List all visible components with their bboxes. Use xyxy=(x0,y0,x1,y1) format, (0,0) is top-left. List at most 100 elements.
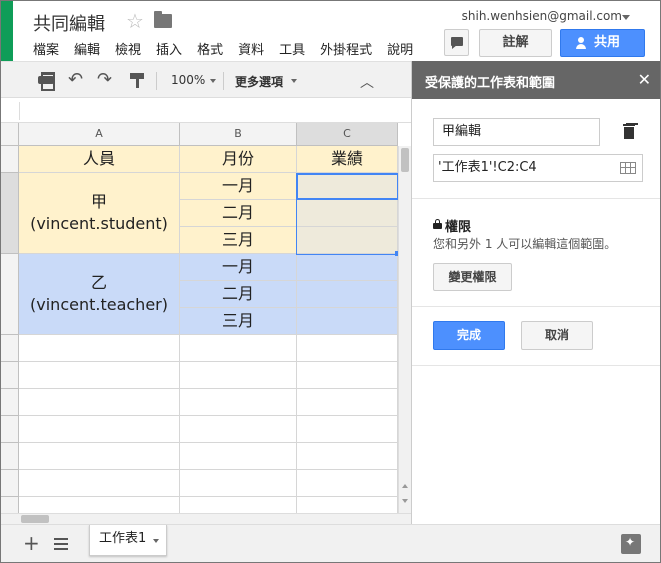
chevron-down-icon[interactable] xyxy=(622,15,630,20)
formula-divider xyxy=(19,102,20,120)
select-all-corner[interactable] xyxy=(1,123,19,146)
row-header[interactable] xyxy=(1,335,19,362)
close-icon[interactable]: ✕ xyxy=(638,70,651,89)
empty-cell[interactable] xyxy=(180,497,297,513)
row-header[interactable] xyxy=(1,173,19,254)
row-header[interactable] xyxy=(1,362,19,389)
empty-cell[interactable] xyxy=(19,362,180,389)
menu-view[interactable]: 檢視 xyxy=(115,39,141,58)
print-icon[interactable] xyxy=(37,72,55,91)
menu-edit[interactable]: 編輯 xyxy=(74,39,100,58)
row-header[interactable] xyxy=(1,146,19,173)
cell-b1[interactable]: 月份 xyxy=(180,146,297,173)
change-permissions-button[interactable]: 變更權限 xyxy=(433,263,512,291)
chevron-down-icon[interactable] xyxy=(291,79,297,83)
paint-format-icon[interactable] xyxy=(129,72,147,88)
trash-icon[interactable] xyxy=(623,124,635,139)
empty-cell[interactable] xyxy=(19,443,180,470)
vertical-scrollbar[interactable] xyxy=(398,146,411,513)
selection-range-border xyxy=(296,173,398,255)
cell-b4[interactable]: 三月 xyxy=(180,227,297,254)
empty-cell[interactable] xyxy=(297,497,398,513)
share-button[interactable]: 共用 xyxy=(560,29,645,57)
spreadsheet-grid[interactable]: A B C 人員 月份 業績 甲 (vincent.student) 一月 二月… xyxy=(1,123,398,513)
person-name: 甲 xyxy=(90,192,107,211)
row-header[interactable] xyxy=(1,254,19,335)
done-button[interactable]: 完成 xyxy=(433,321,505,350)
scrollbar-thumb[interactable] xyxy=(21,515,49,523)
column-header-b[interactable]: B xyxy=(180,123,297,146)
chevron-down-icon[interactable] xyxy=(210,79,216,83)
empty-cell[interactable] xyxy=(180,416,297,443)
range-input[interactable]: '工作表1'!C2:C4 xyxy=(433,154,643,182)
empty-cell[interactable] xyxy=(297,389,398,416)
all-sheets-icon[interactable] xyxy=(54,538,68,550)
empty-cell[interactable] xyxy=(297,335,398,362)
document-title[interactable]: 共同編輯 xyxy=(33,10,105,36)
cell-a5-merged[interactable]: 乙 (vincent.teacher) xyxy=(19,254,180,335)
menu-help[interactable]: 說明 xyxy=(387,39,413,58)
empty-cell[interactable] xyxy=(19,416,180,443)
cell-b6[interactable]: 二月 xyxy=(180,281,297,308)
row-header[interactable] xyxy=(1,416,19,443)
cell-c6[interactable] xyxy=(297,281,398,308)
zoom-select[interactable]: 100% xyxy=(171,73,205,87)
menu-data[interactable]: 資料 xyxy=(238,39,264,58)
description-input[interactable]: 甲編輯 xyxy=(433,118,600,146)
empty-cell[interactable] xyxy=(297,362,398,389)
explore-icon[interactable] xyxy=(621,534,641,554)
empty-cell[interactable] xyxy=(297,443,398,470)
add-sheet-icon[interactable]: + xyxy=(23,531,40,555)
formula-bar[interactable] xyxy=(1,99,411,123)
undo-icon[interactable]: ↶ xyxy=(68,71,86,89)
empty-cell[interactable] xyxy=(19,335,180,362)
redo-icon[interactable]: ↷ xyxy=(97,71,115,89)
comments-button[interactable]: 註解 xyxy=(479,29,552,57)
menu-tools[interactable]: 工具 xyxy=(279,39,305,58)
empty-cell[interactable] xyxy=(19,389,180,416)
menu-file[interactable]: 檔案 xyxy=(33,39,59,58)
empty-cell[interactable] xyxy=(180,335,297,362)
empty-cell[interactable] xyxy=(297,416,398,443)
row-header[interactable] xyxy=(1,389,19,416)
star-icon[interactable]: ☆ xyxy=(126,9,144,33)
chevron-down-icon[interactable] xyxy=(153,539,159,543)
cell-c7[interactable] xyxy=(297,308,398,335)
comments-icon[interactable] xyxy=(444,29,469,56)
cell-a2-merged[interactable]: 甲 (vincent.student) xyxy=(19,173,180,254)
row-header[interactable] xyxy=(1,443,19,470)
menu-addons[interactable]: 外掛程式 xyxy=(320,39,372,58)
folder-icon[interactable] xyxy=(154,11,172,28)
cell-b2[interactable]: 一月 xyxy=(180,173,297,200)
cancel-button[interactable]: 取消 xyxy=(521,321,593,350)
row-header[interactable] xyxy=(1,470,19,497)
empty-cell[interactable] xyxy=(180,470,297,497)
scrollbar-thumb[interactable] xyxy=(401,148,409,172)
cell-c5[interactable] xyxy=(297,254,398,281)
column-header-a[interactable]: A xyxy=(19,123,180,146)
empty-cell[interactable] xyxy=(180,362,297,389)
select-range-icon[interactable] xyxy=(620,162,636,174)
menu-insert[interactable]: 插入 xyxy=(156,39,182,58)
tab-sheet1[interactable]: 工作表1 xyxy=(89,525,167,556)
sheet-bar: + 工作表1 xyxy=(1,524,660,562)
cell-b5[interactable]: 一月 xyxy=(180,254,297,281)
account-email[interactable]: shih.wenhsien@gmail.com xyxy=(462,9,622,23)
scroll-down-icon[interactable] xyxy=(402,499,408,503)
column-header-c[interactable]: C xyxy=(297,123,398,146)
row-header[interactable] xyxy=(1,497,19,513)
scroll-up-icon[interactable] xyxy=(402,484,408,488)
cell-b3[interactable]: 二月 xyxy=(180,200,297,227)
empty-cell[interactable] xyxy=(180,389,297,416)
chevron-up-icon[interactable]: ︿ xyxy=(360,72,374,92)
cell-b7[interactable]: 三月 xyxy=(180,308,297,335)
cell-c1[interactable]: 業績 xyxy=(297,146,398,173)
empty-cell[interactable] xyxy=(297,470,398,497)
more-options-button[interactable]: 更多選項 xyxy=(235,73,283,90)
empty-cell[interactable] xyxy=(180,443,297,470)
empty-cell[interactable] xyxy=(19,470,180,497)
cell-a1[interactable]: 人員 xyxy=(19,146,180,173)
empty-cell[interactable] xyxy=(19,497,180,513)
menu-format[interactable]: 格式 xyxy=(197,39,223,58)
horizontal-scrollbar[interactable] xyxy=(1,513,411,524)
